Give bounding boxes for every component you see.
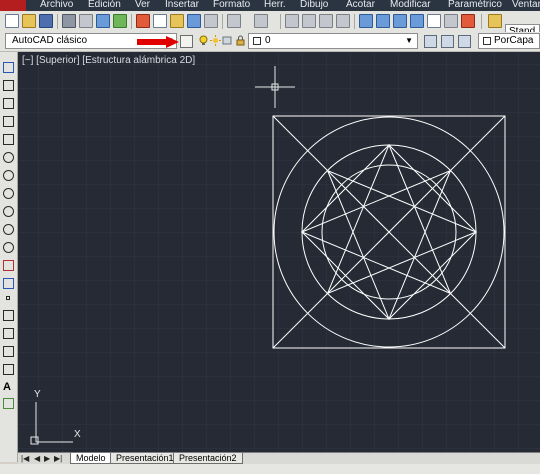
design-center-icon[interactable] [376,14,390,28]
ellipse-icon[interactable] [3,224,14,235]
text-style-icon[interactable] [488,14,502,28]
arc-icon[interactable] [3,152,14,163]
print-icon[interactable] [62,14,76,28]
menu-archivo[interactable]: Archivo [40,0,73,11]
spline-icon[interactable] [3,206,14,217]
layer-color-swatch [253,37,261,45]
ucs-y-label: Y [34,389,41,400]
zoom-realtime-icon[interactable] [302,14,316,28]
paste-icon[interactable] [170,14,184,28]
layer-value: 0 [265,35,271,46]
toolbar-separator [131,14,132,29]
construction-line-icon[interactable] [3,80,14,91]
toolbar-separator [222,14,223,29]
menu-formato[interactable]: Formato [213,0,250,11]
make-current-layer-icon[interactable] [424,35,437,48]
zoom-window-icon[interactable] [319,14,333,28]
next-tab-arrow-icon[interactable]: ▶ [44,454,50,463]
grid-lines [18,52,540,452]
block-editor-icon[interactable] [204,14,218,28]
menu-herramientas[interactable]: Herr. [264,0,286,11]
menu-ver[interactable]: Ver [135,0,150,11]
tab-presentacion2[interactable]: Presentación2 [173,453,243,464]
viewport-freeze-icon[interactable] [222,35,233,46]
standard-toolbar: Stand [0,11,540,40]
line-icon[interactable] [3,62,14,73]
revision-cloud-icon[interactable] [3,188,14,199]
zoom-previous-icon[interactable] [336,14,350,28]
insert-block-icon[interactable] [3,260,14,271]
hatch-icon[interactable] [3,310,14,321]
cut-icon[interactable] [136,14,150,28]
drawing-area[interactable] [18,52,540,452]
toolbar-separator [354,14,355,29]
last-tab-arrow-icon[interactable]: ▶| [54,454,62,463]
menu-bar: Archivo Edición Ver Insertar Formato Her… [0,0,540,11]
color-combo[interactable]: PorCapa [478,33,540,49]
polygon-icon[interactable] [3,116,14,127]
markup-icon[interactable] [427,14,441,28]
tool-palettes-icon[interactable] [393,14,407,28]
application-menu-button[interactable] [0,0,26,11]
color-swatch [483,37,491,45]
properties-icon[interactable] [359,14,373,28]
open-folder-icon[interactable] [22,14,36,28]
first-tab-arrow-icon[interactable]: |◀ [21,454,29,463]
publish-web-icon[interactable] [113,14,127,28]
region-icon[interactable] [3,346,14,357]
command-line-strip[interactable] [0,464,540,474]
copy-icon[interactable] [153,14,167,28]
pan-hand-icon[interactable] [285,14,299,28]
help-icon[interactable] [461,14,475,28]
workspace-value: AutoCAD clásico [12,35,88,46]
table-icon[interactable] [3,364,14,375]
color-value: PorCapa [494,35,534,46]
red-arrow-icon [137,36,179,48]
menu-acotar[interactable]: Acotar [346,0,375,11]
layer-previous-icon[interactable] [441,35,454,48]
add-selected-icon[interactable] [3,398,14,409]
sun-freeze-icon[interactable] [210,35,221,46]
rectangle-icon[interactable] [3,134,14,145]
toolbar-separator [481,14,482,29]
tab-modelo[interactable]: Modelo [70,453,112,464]
redo-icon[interactable] [254,14,268,28]
ellipse-arc-icon[interactable] [3,242,14,253]
menu-modificar[interactable]: Modificar [390,0,431,11]
publish-icon[interactable] [96,14,110,28]
match-properties-icon[interactable] [187,14,201,28]
menu-parametrico[interactable]: Paramétrico [448,0,502,11]
polyline-icon[interactable] [3,98,14,109]
lock-icon[interactable] [235,35,246,46]
gradient-icon[interactable] [3,328,14,339]
point-icon[interactable] [6,296,10,300]
layer-combo[interactable]: 0 ▼ [248,33,418,49]
multiline-text-icon[interactable]: A [3,382,14,393]
drawing-canvas[interactable]: [−] [Superior] [Estructura alámbrica 2D]… [18,52,540,452]
toolbar-separator [57,14,58,29]
viewport-controls-label[interactable]: [−] [Superior] [Estructura alámbrica 2D] [22,55,195,66]
sheet-set-icon[interactable] [410,14,424,28]
ucs-x-label: X [74,429,81,440]
lightbulb-icon[interactable] [198,35,209,46]
tab-presentacion1[interactable]: Presentación1 [110,453,180,464]
menu-dibujo[interactable]: Dibujo [300,0,328,11]
undo-icon[interactable] [227,14,241,28]
make-block-icon[interactable] [3,278,14,289]
chevron-down-icon: ▼ [405,36,413,45]
prev-tab-arrow-icon[interactable]: ◀ [34,454,40,463]
menu-edicion[interactable]: Edición [88,0,121,11]
menu-ventana[interactable]: Ventan [512,0,540,11]
menu-insertar[interactable]: Insertar [165,0,199,11]
layers-toolbar: AutoCAD clásico ▼ 0 ▼ PorCapa [0,32,540,52]
save-icon[interactable] [39,14,53,28]
layer-properties-icon[interactable] [180,35,193,48]
draw-toolbar: A [0,52,18,462]
circle-icon[interactable] [3,170,14,181]
layer-state-icon[interactable] [458,35,471,48]
new-file-icon[interactable] [5,14,19,28]
toolbar-separator [280,14,281,29]
plot-preview-icon[interactable] [79,14,93,28]
quickcalc-icon[interactable] [444,14,458,28]
